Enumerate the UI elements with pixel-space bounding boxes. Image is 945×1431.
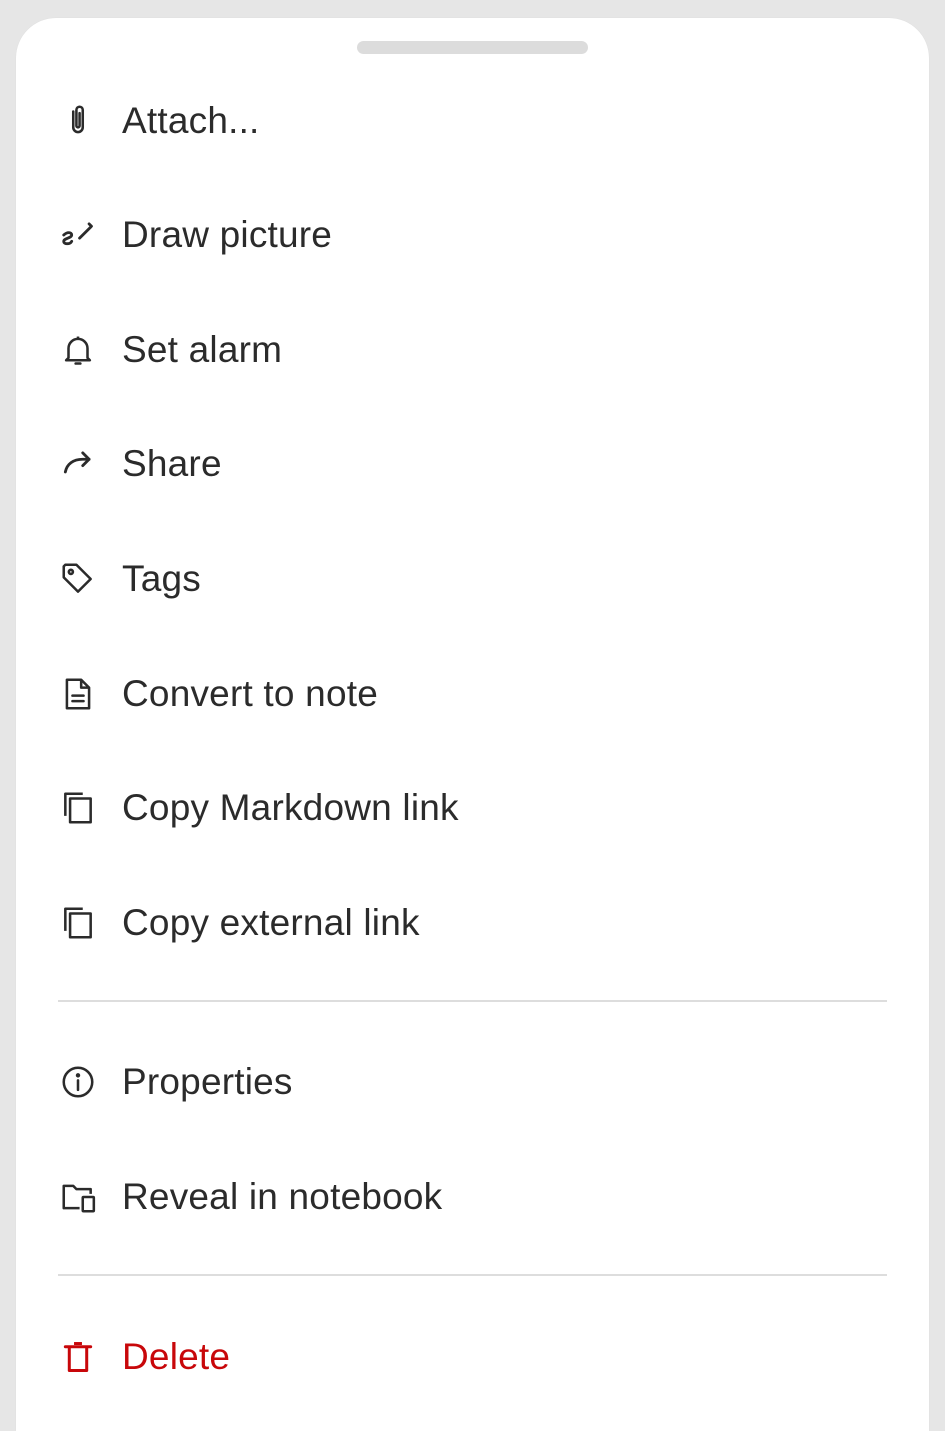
menu-item-label: Copy Markdown link bbox=[122, 787, 459, 828]
menu-item-draw-picture[interactable]: Draw picture bbox=[16, 180, 929, 290]
paperclip-icon bbox=[58, 101, 98, 141]
menu-item-share[interactable]: Share bbox=[16, 409, 929, 519]
menu-item-attach[interactable]: Attach... bbox=[16, 66, 929, 176]
info-icon bbox=[58, 1062, 98, 1102]
menu-item-delete[interactable]: Delete bbox=[16, 1302, 929, 1412]
copy-icon bbox=[58, 903, 98, 943]
menu-item-label: Share bbox=[122, 443, 222, 484]
folder-reveal-icon bbox=[58, 1177, 98, 1217]
copy-icon bbox=[58, 788, 98, 828]
menu-item-tags[interactable]: Tags bbox=[16, 524, 929, 634]
menu-item-label: Tags bbox=[122, 558, 201, 599]
menu-divider bbox=[58, 1000, 887, 1002]
menu-item-label: Properties bbox=[122, 1061, 293, 1102]
menu-item-label: Attach... bbox=[122, 100, 260, 141]
menu-item-convert-to-note[interactable]: Convert to note bbox=[16, 639, 929, 749]
share-icon bbox=[58, 444, 98, 484]
menu-item-label: Convert to note bbox=[122, 673, 378, 714]
bell-icon bbox=[58, 330, 98, 370]
menu-item-copy-markdown-link[interactable]: Copy Markdown link bbox=[16, 753, 929, 863]
trash-icon bbox=[58, 1337, 98, 1377]
draw-icon bbox=[58, 215, 98, 255]
menu-item-reveal-in-notebook[interactable]: Reveal in notebook bbox=[16, 1142, 929, 1252]
menu-item-label: Draw picture bbox=[122, 214, 333, 255]
menu-item-label: Delete bbox=[122, 1336, 231, 1377]
document-icon bbox=[58, 674, 98, 714]
menu-item-label: Reveal in notebook bbox=[122, 1176, 443, 1217]
menu-item-properties[interactable]: Properties bbox=[16, 1027, 929, 1137]
drag-handle[interactable] bbox=[357, 41, 588, 54]
menu-item-set-alarm[interactable]: Set alarm bbox=[16, 295, 929, 405]
menu-item-label: Set alarm bbox=[122, 329, 283, 370]
bottom-sheet: Attach... Draw picture Set alarm Share T… bbox=[16, 18, 929, 1431]
menu-item-label: Copy external link bbox=[122, 902, 420, 943]
tag-icon bbox=[58, 559, 98, 599]
menu-item-copy-external-link[interactable]: Copy external link bbox=[16, 868, 929, 978]
menu-divider bbox=[58, 1274, 887, 1276]
